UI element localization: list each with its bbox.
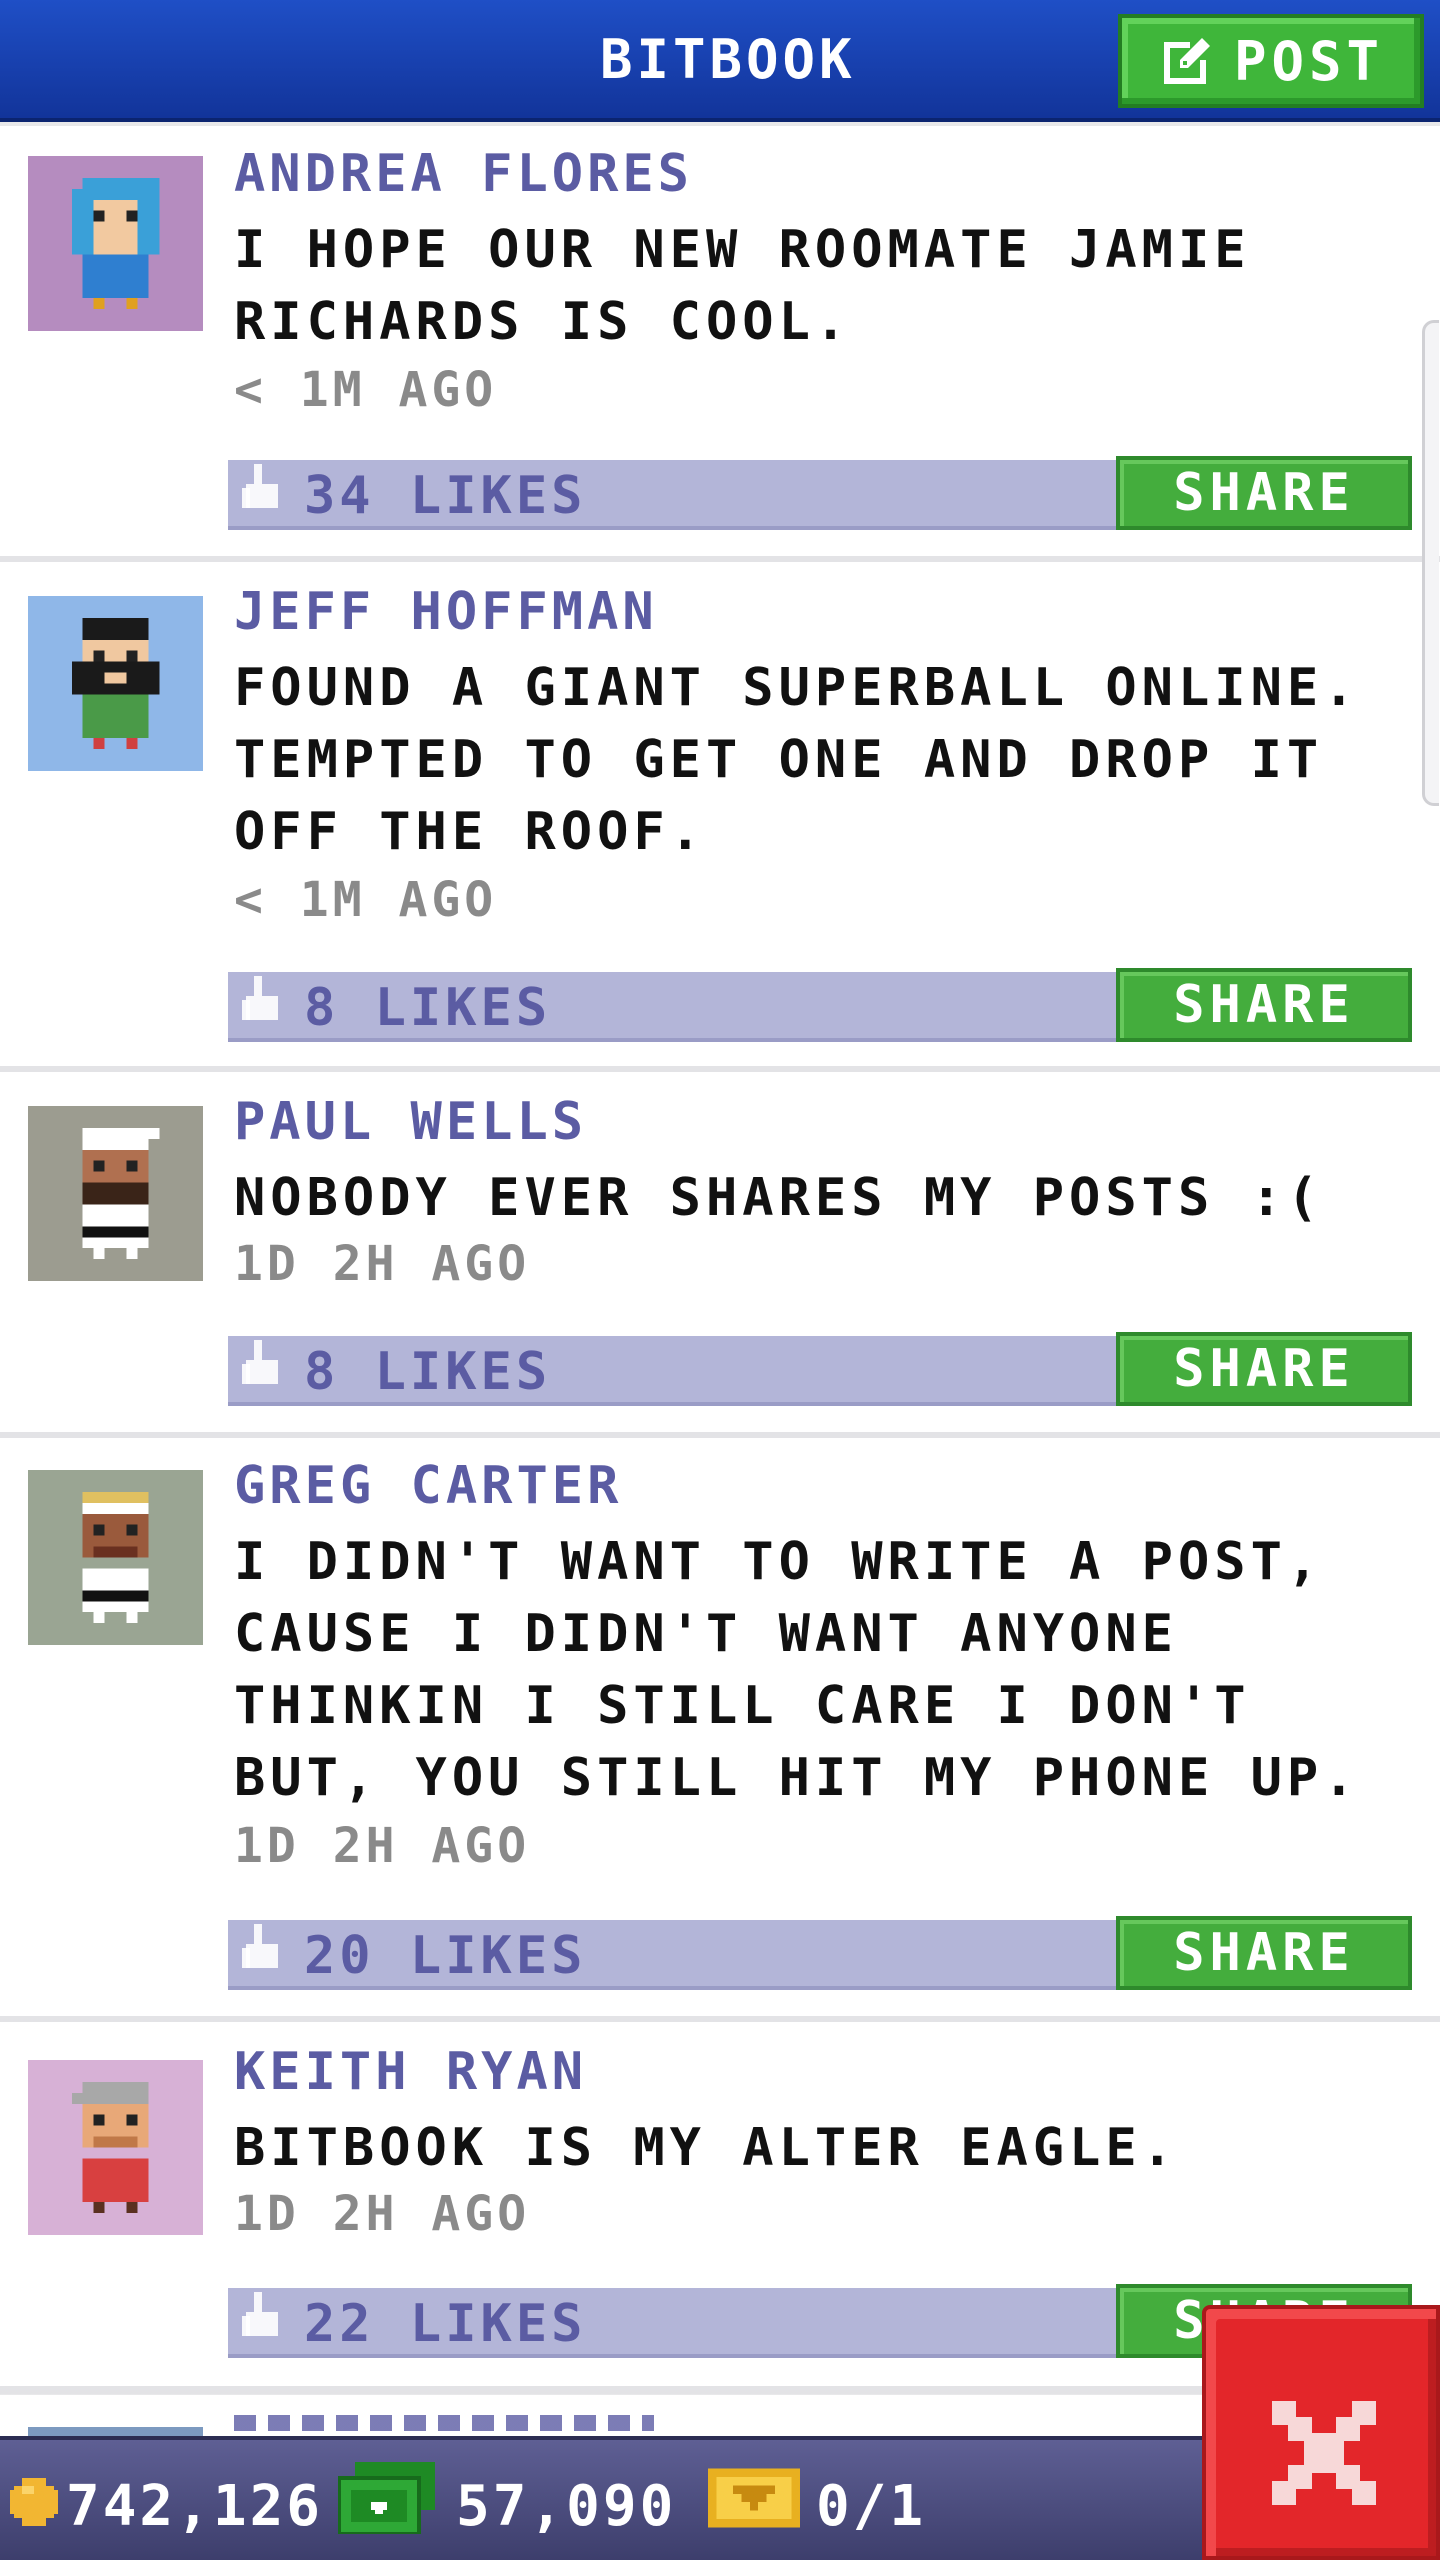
likes-bar: 8 LIKES SHARE bbox=[228, 1332, 1412, 1406]
post-card: PAUL WELLS NOBODY EVER SHARES MY POSTS :… bbox=[0, 1072, 1440, 1440]
bux-count: 57,090 bbox=[456, 2474, 677, 2539]
ticket-icon bbox=[708, 2468, 800, 2532]
thumbs-up-icon bbox=[238, 464, 286, 524]
edit-icon bbox=[1158, 32, 1216, 90]
likes-bar: 8 LIKES SHARE bbox=[228, 968, 1412, 1042]
post-card: ANDREA FLORES I HOPE OUR NEW ROOMATE JAM… bbox=[0, 126, 1440, 564]
post-time: < 1M AGO bbox=[234, 362, 498, 418]
coin-count: 742,126 bbox=[66, 2474, 324, 2539]
page-title: BITBOOK bbox=[600, 28, 856, 91]
share-button[interactable]: SHARE bbox=[1116, 1332, 1412, 1406]
post-time: < 1M AGO bbox=[234, 872, 498, 928]
scroll-indicator[interactable] bbox=[1422, 320, 1439, 806]
post-time: 1D 2H AGO bbox=[234, 1818, 531, 1874]
likes-count: 8 LIKES bbox=[304, 1342, 552, 1402]
coin-icon bbox=[6, 2474, 62, 2534]
share-button-label: SHARE bbox=[1173, 975, 1355, 1035]
post-time: 1D 2H AGO bbox=[234, 1236, 531, 1292]
post-time: 1D 2H AGO bbox=[234, 2186, 531, 2242]
likes-count: 34 LIKES bbox=[304, 466, 587, 526]
thumbs-up-icon bbox=[238, 2292, 286, 2352]
avatar[interactable] bbox=[28, 2060, 203, 2235]
likes-bar: 20 LIKES SHARE bbox=[228, 1916, 1412, 1990]
likes-count: 22 LIKES bbox=[304, 2294, 587, 2354]
post-message: BITBOOK IS MY ALTER EAGLE. bbox=[234, 2118, 1178, 2178]
post-message: I HOPE OUR NEW ROOMATE JAMIE RICHARDS IS… bbox=[234, 220, 1251, 352]
post-card: JEFF HOFFMAN FOUND A GIANT SUPERBALL ONL… bbox=[0, 562, 1440, 1074]
app-header: BITBOOK POST bbox=[0, 0, 1440, 122]
bux-icon bbox=[337, 2462, 436, 2538]
share-button-label: SHARE bbox=[1173, 1339, 1355, 1399]
post-message: NOBODY EVER SHARES MY POSTS :( bbox=[234, 1168, 1324, 1228]
close-button[interactable] bbox=[1202, 2305, 1440, 2560]
post-message: FOUND A GIANT SUPERBALL ONLINE. TEMPTED … bbox=[234, 658, 1360, 862]
post-author[interactable]: ANDREA FLORES bbox=[234, 144, 693, 204]
likes-count: 8 LIKES bbox=[304, 978, 552, 1038]
avatar[interactable] bbox=[28, 596, 203, 771]
avatar[interactable] bbox=[28, 156, 203, 331]
post-button-label: POST bbox=[1233, 29, 1385, 93]
share-button[interactable]: SHARE bbox=[1116, 968, 1412, 1042]
share-button[interactable]: SHARE bbox=[1116, 1916, 1412, 1990]
likes-count: 20 LIKES bbox=[304, 1926, 587, 1986]
share-button[interactable]: SHARE bbox=[1116, 456, 1412, 530]
likes-bar: 34 LIKES SHARE bbox=[228, 456, 1412, 530]
share-button-label: SHARE bbox=[1173, 1923, 1355, 1983]
post-author[interactable]: JEFF HOFFMAN bbox=[234, 582, 658, 642]
post-card: GREG CARTER I DIDN'T WANT TO WRITE A POS… bbox=[0, 1438, 1440, 2024]
post-author[interactable]: GREG CARTER bbox=[234, 1456, 622, 1516]
share-button-label: SHARE bbox=[1173, 463, 1355, 523]
avatar[interactable] bbox=[28, 1470, 203, 1645]
thumbs-up-icon bbox=[238, 1340, 286, 1400]
avatar[interactable] bbox=[28, 1106, 203, 1281]
close-icon bbox=[1272, 2401, 1376, 2505]
thumbs-up-icon bbox=[238, 1924, 286, 1984]
post-author[interactable]: PAUL WELLS bbox=[234, 1092, 587, 1152]
post-button[interactable]: POST bbox=[1118, 14, 1424, 108]
post-author-clipped bbox=[234, 2415, 654, 2431]
ticket-count: 0/1 bbox=[816, 2474, 927, 2539]
post-author[interactable]: KEITH RYAN bbox=[234, 2042, 587, 2102]
thumbs-up-icon bbox=[238, 976, 286, 1036]
post-message: I DIDN'T WANT TO WRITE A POST, CAUSE I D… bbox=[234, 1532, 1360, 1808]
